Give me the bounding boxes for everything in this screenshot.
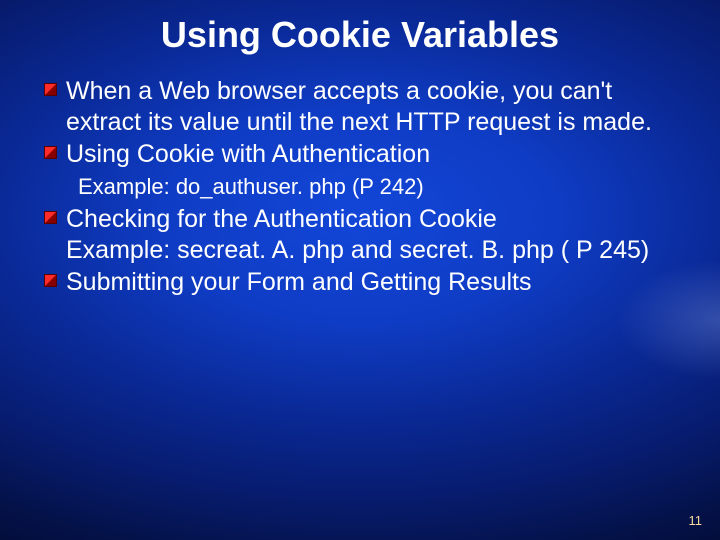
page-number: 11 (689, 513, 703, 528)
slide-title: Using Cookie Variables (0, 14, 720, 56)
bullet-item: Submitting your Form and Getting Results (44, 267, 690, 298)
bullet-item: Using Cookie with Authentication (44, 139, 690, 170)
continuation-line: Example: secreat. A. php and secret. B. … (44, 235, 690, 266)
slide-content: When a Web browser accepts a cookie, you… (44, 74, 690, 298)
sub-item: Example: do_authuser. php (P 242) (44, 174, 690, 201)
bullet-item: Checking for the Authentication Cookie (44, 204, 690, 235)
bullet-item: When a Web browser accepts a cookie, you… (44, 76, 690, 137)
slide: Using Cookie Variables When a Web browse… (0, 0, 720, 540)
